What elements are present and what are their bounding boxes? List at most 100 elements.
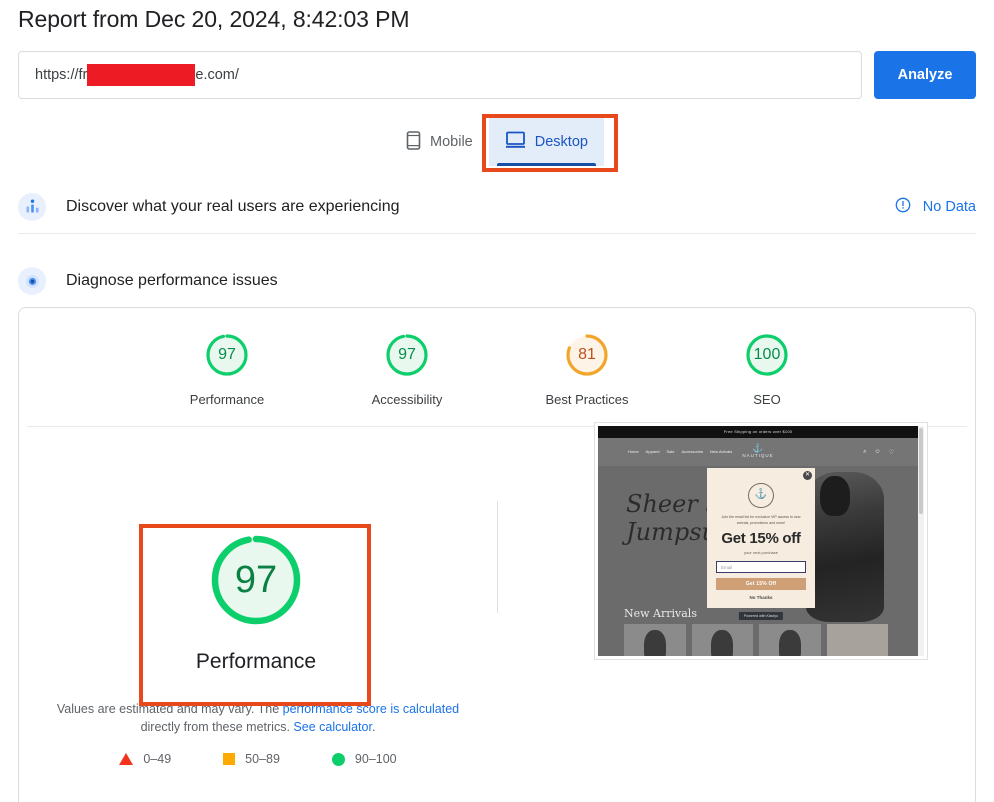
gauge-value: 97 xyxy=(218,346,236,363)
tab-desktop[interactable]: Desktop xyxy=(488,118,604,166)
modal-decline-link: No Thanks xyxy=(749,595,773,600)
modal-email-field: Email xyxy=(716,561,806,574)
site-email-modal: ✕ Join the email list for exclusive VIP … xyxy=(707,468,815,608)
site-logo-text: NAUTIQUE xyxy=(742,453,774,458)
modal-heading: Get 15% off xyxy=(721,530,801,548)
anchor-icon: ⚓ xyxy=(752,443,764,453)
legend-item-average: 50–89 xyxy=(223,752,280,766)
search-icon: ⌕ xyxy=(863,449,867,455)
legend-label: 50–89 xyxy=(245,752,280,766)
gauge-label: Performance xyxy=(189,392,265,407)
real-users-icon xyxy=(18,192,46,221)
pagespeed-report: Report from Dec 20, 2024, 8:42:03 PM htt… xyxy=(0,0,994,802)
screenshot-panel: Free Shipping on orders over $100 Home A… xyxy=(497,422,975,802)
close-icon: ✕ xyxy=(803,471,812,480)
site-screenshot-image: Free Shipping on orders over $100 Home A… xyxy=(598,426,924,656)
values-estimate-note: Values are estimated and may vary. The p… xyxy=(39,700,477,736)
performance-panel: 97 Performance Values are estimated and … xyxy=(19,427,497,802)
triangle-icon xyxy=(119,753,134,765)
site-logo: ⚓ NAUTIQUE xyxy=(742,443,774,459)
gauge-ring: 81 xyxy=(562,330,612,380)
bag-icon: ♡ xyxy=(888,450,894,456)
device-tabs: Mobile Desktop xyxy=(0,118,994,170)
url-value: https://fr e.com/ xyxy=(35,64,239,86)
featured-gauge[interactable]: 97 Performance xyxy=(140,511,372,689)
monitor-icon xyxy=(505,131,526,153)
url-prefix: https://fr xyxy=(35,67,88,83)
gauge-ring: 97 xyxy=(202,330,252,380)
modal-cta-button: Get 15% Off xyxy=(716,578,806,590)
site-nav: Home Apparel Sale Accessories New Arriva… xyxy=(598,438,918,466)
section-lab-data-label: Diagnose performance issues xyxy=(66,272,278,289)
url-row: https://fr e.com/ Analyze xyxy=(18,51,976,99)
site-announcement-text: Free Shipping on orders over $100 xyxy=(723,429,793,434)
modal-subheading: your next purchase xyxy=(743,550,779,556)
featured-gauge-value: 97 xyxy=(234,558,278,601)
site-product-grid xyxy=(624,624,888,656)
modal-powered-badge: Powered with Klaviyo xyxy=(738,612,784,620)
legend-label: 90–100 xyxy=(354,752,397,766)
gauge-value: 81 xyxy=(578,346,596,363)
see-calculator-link[interactable]: See calculator xyxy=(293,720,372,734)
gauge-ring: 100 xyxy=(742,330,792,380)
site-nav-links: Home Apparel Sale Accessories New Arriva… xyxy=(628,449,732,454)
legend-item-fail: 0–49 xyxy=(119,752,171,766)
tab-desktop-label: Desktop xyxy=(534,134,588,150)
gauge-value: 97 xyxy=(398,346,416,363)
card-body: 97 Performance Values are estimated and … xyxy=(19,422,975,802)
legend-label: 0–49 xyxy=(143,752,172,766)
gauge-ring-large: 97 xyxy=(202,526,310,634)
product-tile xyxy=(691,624,753,656)
tab-mobile-label: Mobile xyxy=(430,134,473,150)
page-title: Report from Dec 20, 2024, 8:42:03 PM xyxy=(18,6,410,32)
url-input[interactable]: https://fr e.com/ xyxy=(18,51,862,99)
gauge-seo[interactable]: 100 SEO xyxy=(707,330,827,407)
square-icon xyxy=(223,753,236,765)
site-screenshot[interactable]: Free Shipping on orders over $100 Home A… xyxy=(594,422,928,660)
nav-link: New Arrivals xyxy=(710,449,733,454)
gauge-label: Accessibility xyxy=(371,392,443,407)
product-tile xyxy=(826,624,888,656)
info-circle-icon xyxy=(895,197,911,217)
section-field-data: Discover what your real users are experi… xyxy=(18,180,976,234)
tab-active-underline xyxy=(496,163,596,166)
no-data-label: No Data xyxy=(922,198,976,215)
note-tail: . xyxy=(371,720,376,734)
gauge-best-practices[interactable]: 81 Best Practices xyxy=(527,330,647,407)
site-announcement-bar: Free Shipping on orders over $100 xyxy=(598,426,918,438)
site-section-heading: New Arrivals xyxy=(624,607,697,620)
hero-model-photo xyxy=(806,472,884,622)
redaction-bar xyxy=(87,64,196,86)
results-card: 97 Performance 97 Accessibility 81 Best … xyxy=(18,307,976,802)
product-tile xyxy=(759,624,821,656)
modal-logo xyxy=(748,483,774,509)
site-nav-icons: ⌕ ☺ ♡ xyxy=(863,449,894,456)
section-lab-data: Diagnose performance issues xyxy=(18,254,976,308)
gauge-label: SEO xyxy=(753,392,781,407)
lighthouse-icon xyxy=(18,267,46,295)
circle-icon xyxy=(331,752,345,766)
gauge-label: Best Practices xyxy=(545,392,629,407)
gauge-ring: 97 xyxy=(382,330,432,380)
gauge-performance[interactable]: 97 Performance xyxy=(167,330,287,407)
section-field-data-label: Discover what your real users are experi… xyxy=(66,197,400,215)
nav-link: Home xyxy=(628,449,639,454)
nav-link: Sale xyxy=(666,449,675,454)
product-tile xyxy=(624,624,686,656)
performance-score-link[interactable]: performance score is calculated xyxy=(283,702,459,716)
gauge-value: 100 xyxy=(753,346,781,363)
tab-mobile[interactable]: Mobile xyxy=(390,118,489,166)
nav-link: Accessories xyxy=(681,449,704,454)
site-scrollbar-thumb xyxy=(919,428,923,514)
gauge-accessibility[interactable]: 97 Accessibility xyxy=(347,330,467,407)
note-middle: directly from these metrics. xyxy=(140,720,294,734)
no-data-status[interactable]: No Data xyxy=(895,197,976,217)
site-scrollbar-track xyxy=(918,426,924,656)
modal-eyebrow: Join the email list for exclusive VIP ac… xyxy=(721,515,801,526)
score-gauges: 97 Performance 97 Accessibility 81 Best … xyxy=(19,308,975,426)
analyze-button[interactable]: Analyze xyxy=(874,51,976,99)
score-legend: 0–49 50–89 90–100 xyxy=(19,752,497,766)
phone-icon xyxy=(406,130,421,154)
account-icon: ☺ xyxy=(874,449,881,455)
featured-gauge-label: Performance xyxy=(195,650,317,673)
